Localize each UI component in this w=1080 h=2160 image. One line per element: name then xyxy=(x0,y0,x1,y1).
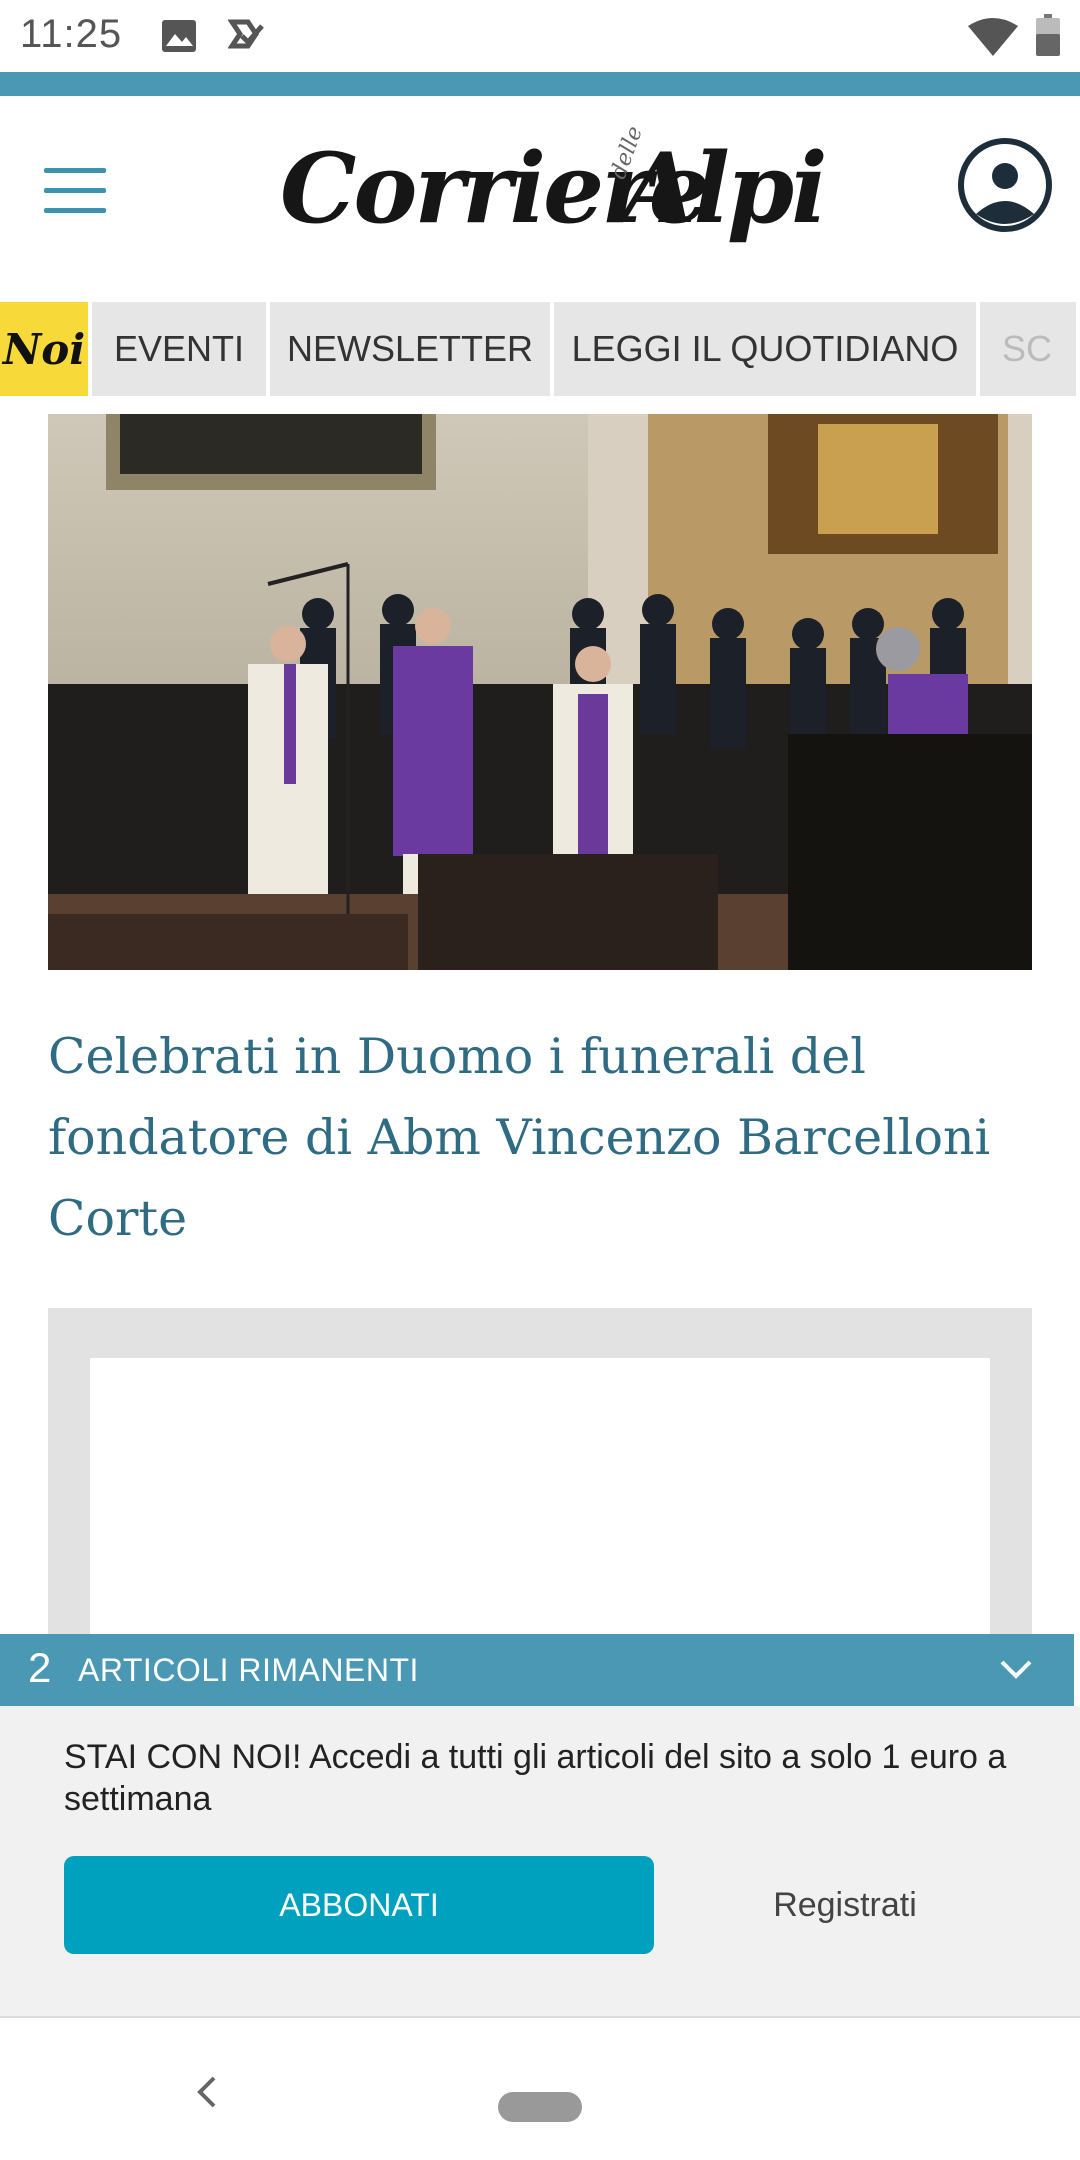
paywall-bar[interactable]: 2 ARTICOLI RIMANENTI xyxy=(0,1634,1074,1706)
subscribe-button[interactable]: ABBONATI xyxy=(64,1856,654,1954)
back-icon[interactable] xyxy=(190,2074,226,2110)
gallery-icon xyxy=(162,20,196,52)
tab-partial[interactable]: SC xyxy=(979,302,1076,396)
wifi-icon xyxy=(968,18,1018,56)
section-nav-tabs: Noi EVENTI NEWSLETTER LEGGI IL QUOTIDIAN… xyxy=(0,302,1080,396)
tab-noi[interactable]: Noi xyxy=(0,302,88,396)
site-logo[interactable]: Corriere delle Alpi xyxy=(280,123,828,252)
chevron-down-icon[interactable] xyxy=(998,1652,1034,1688)
account-icon[interactable] xyxy=(956,136,1054,234)
status-bar: 11:25 xyxy=(0,0,1080,72)
tab-newsletter[interactable]: NEWSLETTER xyxy=(269,302,550,396)
logo-text-tail: Alpi xyxy=(622,132,828,245)
home-pill-button[interactable] xyxy=(498,2092,582,2122)
article-photo-illustration xyxy=(48,414,1032,970)
paywall-panel: STAI CON NOI! Accedi a tutti gli articol… xyxy=(0,1706,1080,2018)
article-photo[interactable] xyxy=(48,414,1032,970)
article-headline[interactable]: Celebrati in Duomo i funerali del fondat… xyxy=(48,1016,1032,1259)
battery-icon xyxy=(1036,14,1060,56)
remaining-articles-count: 2 xyxy=(28,1644,52,1691)
site-header: Corriere delle Alpi xyxy=(0,96,1080,302)
remaining-articles-label: ARTICOLI RIMANENTI xyxy=(78,1652,419,1688)
paywall-message: STAI CON NOI! Accedi a tutti gli articol… xyxy=(64,1738,1007,1818)
header-accent-strip xyxy=(0,72,1080,96)
ad-slot xyxy=(90,1358,990,1648)
system-navigation-bar xyxy=(0,2020,1080,2160)
register-link[interactable]: Registrati xyxy=(700,1856,990,1954)
hamburger-menu-icon[interactable] xyxy=(44,168,106,214)
tasks-icon xyxy=(228,19,264,49)
tab-leggi-il-quotidiano[interactable]: LEGGI IL QUOTIDIANO xyxy=(553,302,976,396)
status-time: 11:25 xyxy=(20,12,123,56)
ad-container xyxy=(48,1308,1032,1648)
tab-eventi[interactable]: EVENTI xyxy=(91,302,266,396)
